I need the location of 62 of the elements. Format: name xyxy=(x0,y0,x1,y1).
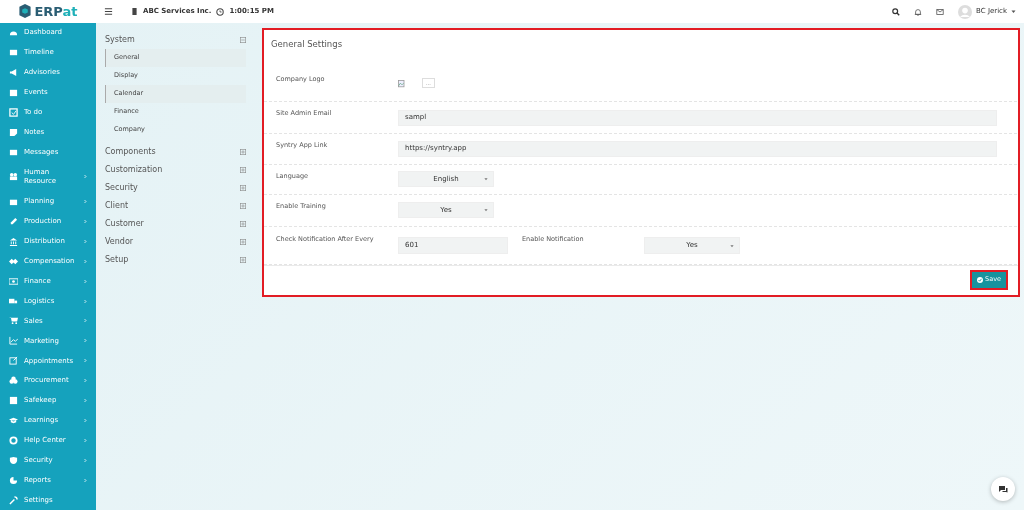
shield-icon xyxy=(9,455,18,465)
chevron-icon xyxy=(83,398,88,404)
note-icon xyxy=(9,127,18,137)
wrench-icon xyxy=(9,495,18,505)
lifebuoy-icon xyxy=(9,435,18,445)
settings-group[interactable]: Vendor xyxy=(105,233,246,251)
megaphone-icon xyxy=(9,67,18,77)
truck-icon xyxy=(9,296,18,306)
people-icon xyxy=(9,172,18,182)
chat-icon xyxy=(998,484,1008,494)
bell-icon[interactable] xyxy=(914,7,923,16)
settings-group[interactable]: System xyxy=(105,31,246,49)
checkbox-icon xyxy=(9,107,18,117)
money-icon xyxy=(9,276,18,286)
chevron-icon xyxy=(83,378,88,384)
broken-image-icon xyxy=(398,80,406,88)
expand-icon xyxy=(240,221,246,227)
expand-icon xyxy=(240,257,246,263)
chevron-icon xyxy=(83,174,88,180)
graduation-cap-icon xyxy=(9,416,18,425)
pen-icon xyxy=(9,216,18,226)
cubes-icon xyxy=(9,376,18,386)
chevron-icon xyxy=(83,358,88,364)
edit-icon xyxy=(9,356,18,366)
chevron-icon xyxy=(83,278,88,284)
search-icon[interactable] xyxy=(892,7,901,16)
line-chart-icon xyxy=(9,336,18,346)
card-title: General Settings xyxy=(270,38,344,51)
chevron-icon xyxy=(83,199,88,205)
menu-icon[interactable] xyxy=(104,7,113,16)
expand-icon xyxy=(240,203,246,209)
cart-icon xyxy=(9,316,18,326)
check-circle-icon xyxy=(977,277,984,284)
handshake-icon xyxy=(9,256,18,266)
settings-group[interactable]: Setup xyxy=(105,251,246,269)
expand-icon xyxy=(240,239,246,245)
settings-group[interactable]: Client xyxy=(105,197,246,215)
expand-icon xyxy=(240,149,246,155)
clock-icon xyxy=(216,7,225,16)
chevron-icon xyxy=(83,218,88,224)
expand-icon xyxy=(240,167,246,173)
chat-button[interactable] xyxy=(991,477,1015,501)
chevron-icon xyxy=(83,258,88,264)
avatar-icon xyxy=(958,4,973,19)
collapse-icon xyxy=(240,37,246,43)
caret-icon xyxy=(1011,9,1016,14)
logo[interactable]: ERPat xyxy=(0,0,96,23)
expand-icon xyxy=(240,185,246,191)
settings-group[interactable]: Customization xyxy=(105,161,246,179)
chevron-icon xyxy=(83,477,88,483)
logo-icon xyxy=(18,4,33,19)
chevron-icon xyxy=(83,298,88,304)
chevron-icon xyxy=(83,437,88,443)
settings-group[interactable]: Components xyxy=(105,143,246,161)
chevron-icon xyxy=(83,318,88,324)
chevron-icon xyxy=(83,338,88,344)
chevron-icon xyxy=(83,238,88,244)
pie-chart-icon xyxy=(9,475,18,485)
chevron-icon xyxy=(83,418,88,423)
settings-group[interactable]: Security xyxy=(105,179,246,197)
settings-group[interactable]: Customer xyxy=(105,215,246,233)
chevron-icon xyxy=(83,457,88,463)
